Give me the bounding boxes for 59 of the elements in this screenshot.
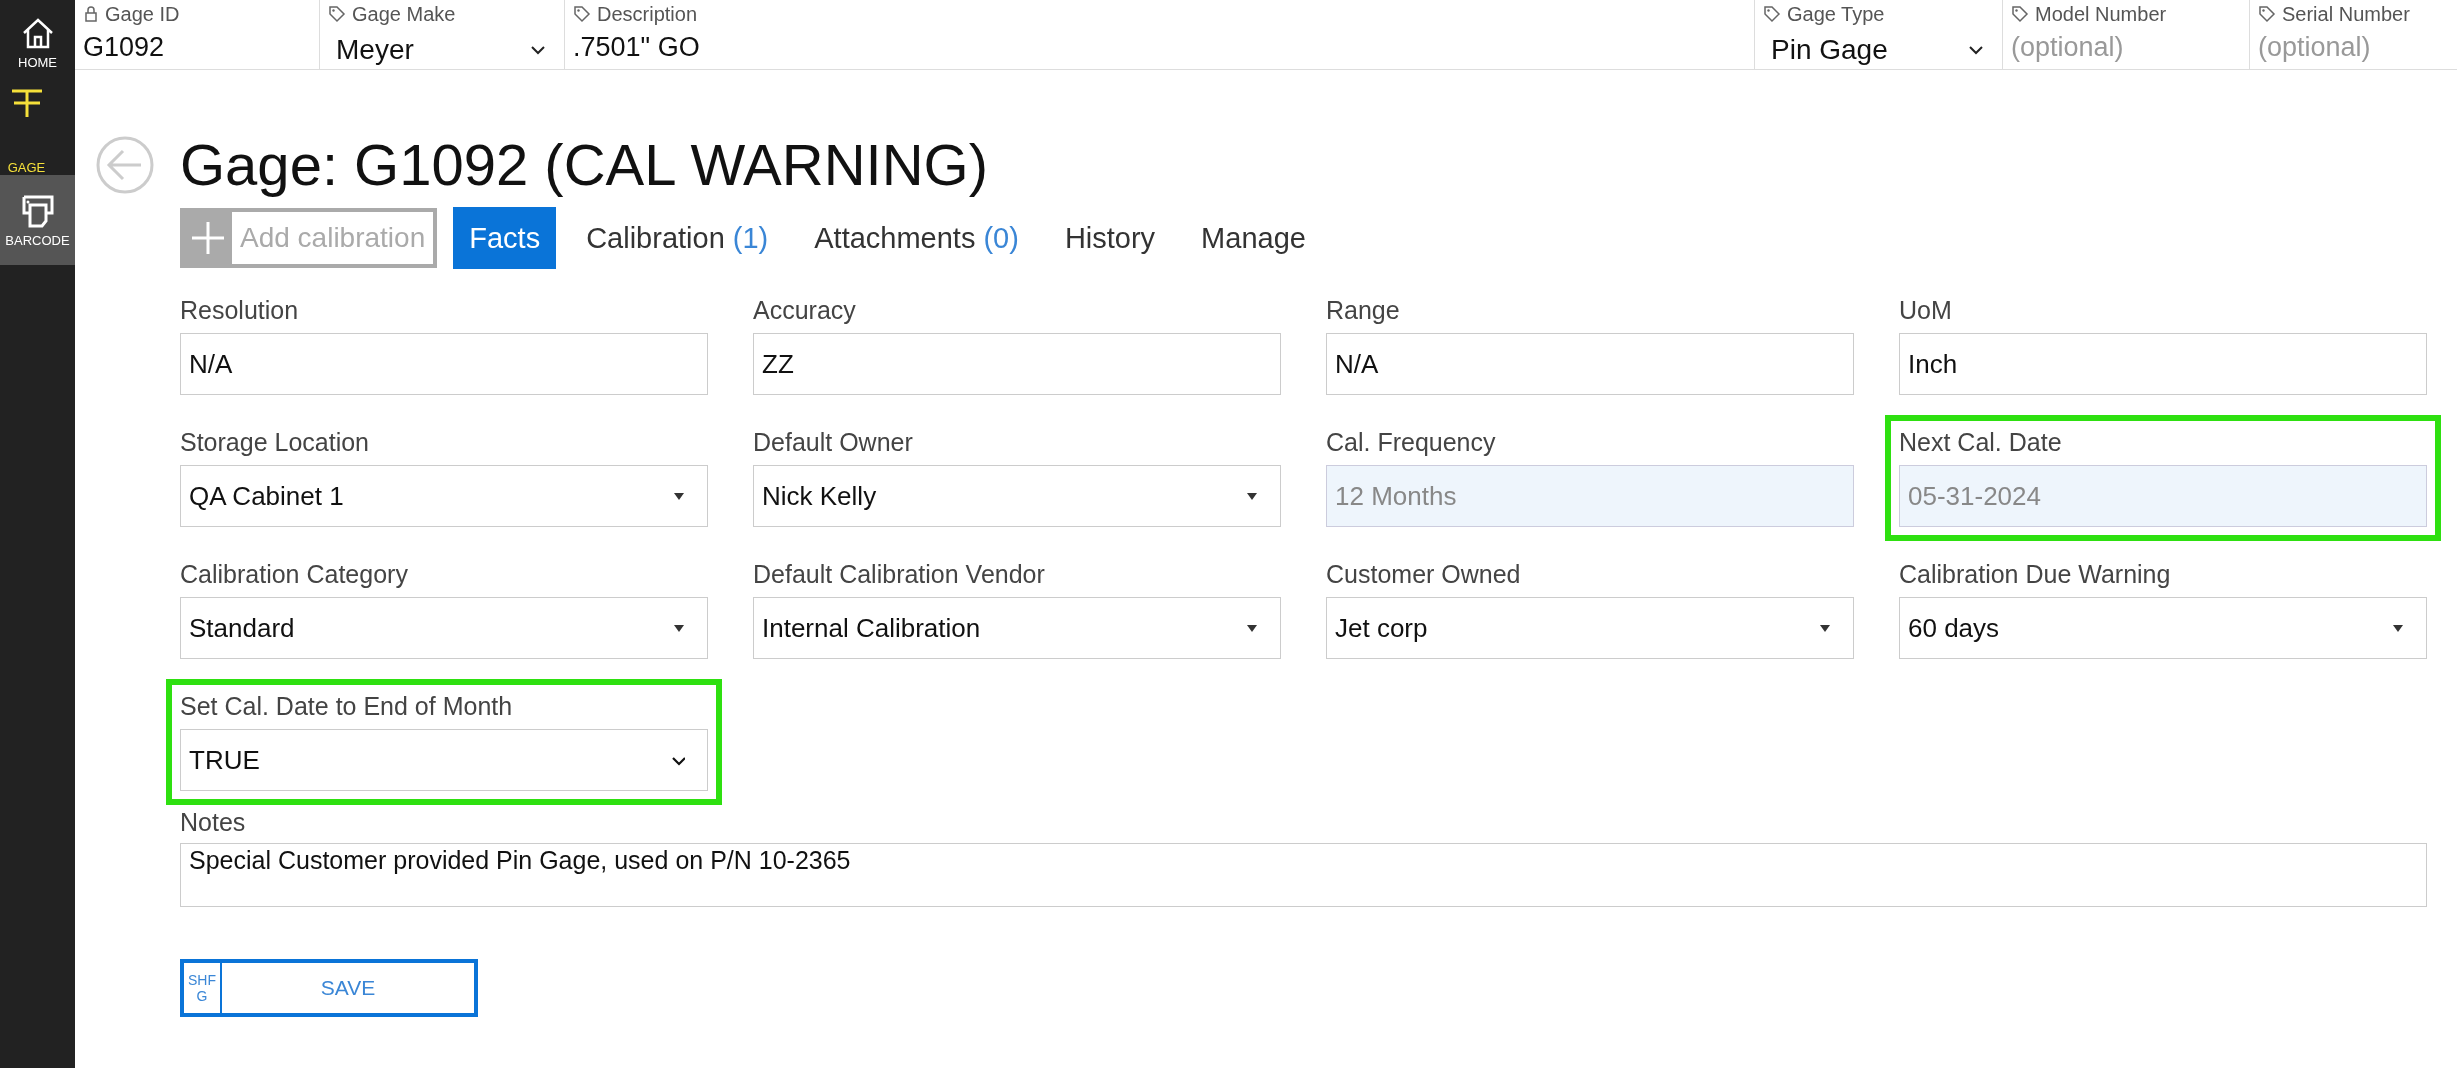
- chevron-down-icon: [671, 754, 685, 766]
- field-label: Next Cal. Date: [1899, 427, 2063, 457]
- field-label: Accuracy: [753, 295, 857, 325]
- field-label: Gage ID: [105, 2, 180, 26]
- dropdown[interactable]: Internal Calibration: [753, 597, 1281, 659]
- chevron-down-icon: [530, 43, 546, 57]
- triangle-down-icon: [1819, 623, 1831, 633]
- input-field[interactable]: Inch: [1899, 333, 2427, 395]
- dropdown[interactable]: TRUE: [180, 729, 708, 791]
- field-label: Gage Type: [1787, 2, 1885, 26]
- dropdown[interactable]: Nick Kelly: [753, 465, 1281, 527]
- sidebar-item[interactable]: GAGE: [0, 85, 75, 175]
- sidebar-item[interactable]: HOME: [0, 0, 75, 85]
- notes-field[interactable]: Special Customer provided Pin Gage, used on P/N 10-2365: [180, 843, 2427, 907]
- dropdown[interactable]: 60 days: [1899, 597, 2427, 659]
- triangle-down-icon: [1246, 491, 1258, 501]
- triangle-down-icon: [673, 623, 685, 633]
- field-label: Calibration Category: [180, 559, 409, 589]
- field-label: UoM: [1899, 295, 1953, 325]
- input-field[interactable]: ZZ: [753, 333, 1281, 395]
- field-label: Storage Location: [180, 427, 371, 457]
- field-label: Range: [1326, 295, 1401, 325]
- field-label: Serial Number: [2282, 2, 2410, 26]
- chevron-down-icon: [1968, 43, 1984, 57]
- dropdown[interactable]: Jet corp: [1326, 597, 1854, 659]
- field-label: Notes: [180, 807, 247, 837]
- triangle-down-icon: [2392, 623, 2404, 633]
- tab[interactable]: History: [1048, 207, 1172, 269]
- input-field[interactable]: N/A: [1326, 333, 1854, 395]
- field-label: Cal. Frequency: [1326, 427, 1497, 457]
- field-label: Customer Owned: [1326, 559, 1522, 589]
- input-field[interactable]: (optional): [2011, 30, 2241, 65]
- dropdown[interactable]: Pin Gage: [1763, 34, 1994, 66]
- input-field[interactable]: (optional): [2258, 30, 2449, 65]
- field-label: Default Owner: [753, 427, 914, 457]
- shortcut-label: SHF G: [184, 963, 222, 1013]
- field-label: Default Calibration Vendor: [753, 559, 1046, 589]
- field-label: Set Cal. Date to End of Month: [180, 691, 514, 721]
- back-arrow-icon[interactable]: [95, 135, 155, 195]
- input-field[interactable]: N/A: [180, 333, 708, 395]
- input-field[interactable]: .7501" GO: [573, 30, 1746, 65]
- triangle-down-icon: [673, 491, 685, 501]
- dropdown[interactable]: Meyer: [328, 34, 556, 66]
- tab[interactable]: Facts: [453, 207, 557, 269]
- save-button[interactable]: SHF G SAVE: [180, 959, 478, 1017]
- field-label: Model Number: [2035, 2, 2167, 26]
- input-field[interactable]: G1092: [83, 30, 311, 65]
- field-label: Description: [597, 2, 698, 26]
- field-label: Calibration Due Warning: [1899, 559, 2172, 589]
- dropdown[interactable]: QA Cabinet 1: [180, 465, 708, 527]
- tab[interactable]: Manage: [1185, 207, 1322, 269]
- dropdown[interactable]: Standard: [180, 597, 708, 659]
- field-label: Resolution: [180, 295, 300, 325]
- sidebar-item[interactable]: BARCODE: [0, 175, 75, 265]
- tab[interactable]: Calibration (1): [570, 207, 785, 269]
- field-label: Gage Make: [352, 2, 456, 26]
- page-title: Gage: G1092 (CAL WARNING): [180, 131, 988, 199]
- tab[interactable]: Attachments (0): [798, 207, 1035, 269]
- triangle-down-icon: [1246, 623, 1258, 633]
